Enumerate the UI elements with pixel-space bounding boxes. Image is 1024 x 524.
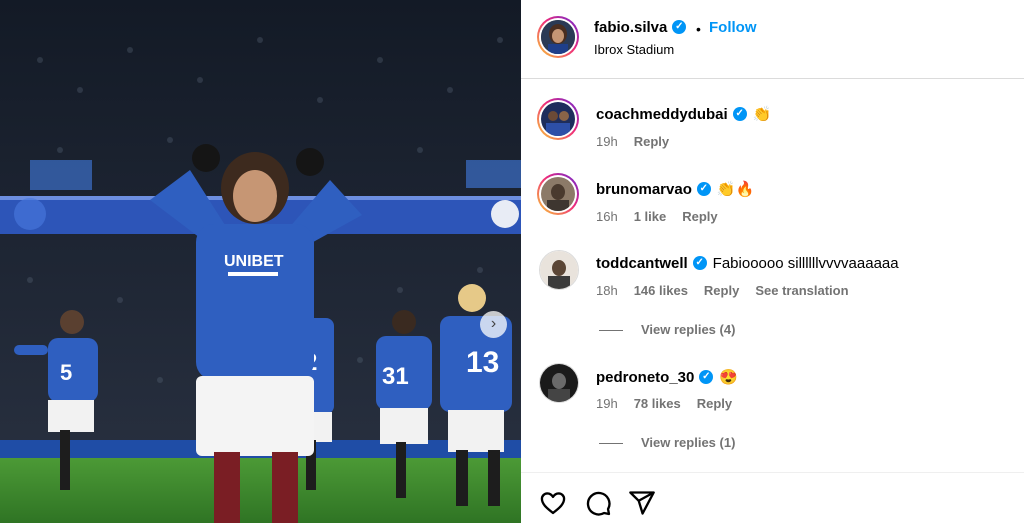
- verified-icon: ✓: [732, 107, 747, 122]
- comment-likes[interactable]: 146 likes: [634, 283, 688, 298]
- share-icon: [629, 491, 655, 515]
- comment-avatar[interactable]: [537, 173, 579, 215]
- author-avatar-image: [541, 20, 575, 54]
- post-header: fabio.silva ✓ • Follow Ibrox Stadium: [521, 0, 1024, 79]
- next-photo-button[interactable]: ›: [480, 311, 507, 338]
- verified-icon: ✓: [692, 256, 707, 271]
- player-number-13: 13: [466, 346, 499, 379]
- action-bar: [521, 472, 1024, 524]
- reply-button[interactable]: Reply: [697, 396, 732, 411]
- comment-username[interactable]: pedroneto_30: [596, 369, 694, 386]
- author-username-row: fabio.silva ✓: [594, 19, 687, 36]
- share-button[interactable]: [628, 489, 656, 517]
- verified-icon: ✓: [699, 370, 714, 385]
- view-replies-label: View replies (1): [641, 435, 736, 450]
- jersey-sponsor: UNIBET: [224, 253, 284, 270]
- comment-line: pedroneto_30 ✓ 😍: [596, 368, 738, 386]
- see-translation-button[interactable]: See translation: [755, 283, 848, 298]
- follow-button[interactable]: Follow: [709, 19, 757, 36]
- player-number-31: 31: [382, 363, 409, 390]
- like-button[interactable]: [539, 489, 567, 517]
- heart-icon: [540, 492, 566, 515]
- post-location[interactable]: Ibrox Stadium: [594, 42, 674, 57]
- comment-line: toddcantwell ✓ Fabiooooo sillllllvvvvaaaaa…: [596, 255, 899, 272]
- author-avatar[interactable]: [537, 16, 579, 58]
- comment-avatar[interactable]: [539, 250, 579, 290]
- view-replies-button[interactable]: View replies (1): [599, 435, 735, 450]
- reply-button[interactable]: Reply: [704, 283, 739, 298]
- post-photo[interactable]: 5 2 31 13: [0, 0, 521, 523]
- divider-line: [599, 443, 623, 445]
- comment-time: 18h: [596, 283, 618, 298]
- comment-line: brunomarvao ✓ 👏🔥: [596, 180, 754, 198]
- comment-username[interactable]: coachmeddydubai: [596, 106, 728, 123]
- comment-username[interactable]: brunomarvao: [596, 181, 692, 198]
- comment-text: 👏: [752, 106, 772, 123]
- comment-meta: 16h 1 like Reply: [596, 209, 734, 224]
- comment-meta: 19h 78 likes Reply: [596, 396, 748, 411]
- view-replies-label: View replies (4): [641, 322, 736, 337]
- comment-time: 16h: [596, 209, 618, 224]
- chevron-right-icon: ›: [490, 315, 497, 332]
- brunomarvao-avatar-image: [541, 177, 575, 211]
- toddcantwell-avatar-image: [540, 251, 578, 289]
- view-replies-button[interactable]: View replies (4): [599, 322, 735, 337]
- comment-time: 19h: [596, 134, 618, 149]
- post-panel: fabio.silva ✓ • Follow Ibrox Stadium coac…: [521, 0, 1024, 523]
- comment-likes[interactable]: 78 likes: [634, 396, 681, 411]
- photo-scene: 5 2 31 13: [0, 0, 521, 523]
- reply-button[interactable]: Reply: [634, 134, 669, 149]
- verified-icon: ✓: [696, 182, 711, 197]
- comment-text: 👏🔥: [716, 181, 755, 198]
- comment-icon: [586, 491, 611, 516]
- comment-meta: 19h Reply: [596, 134, 685, 149]
- verified-icon: ✓: [672, 20, 687, 35]
- comment-meta: 18h 146 likes Reply See translation: [596, 283, 865, 298]
- divider-line: [599, 330, 623, 332]
- comment-likes[interactable]: 1 like: [634, 209, 667, 224]
- comment-button[interactable]: [584, 489, 612, 517]
- comment-text: 😍: [719, 369, 739, 386]
- comment-avatar[interactable]: [537, 98, 579, 140]
- player-number-5: 5: [60, 360, 72, 385]
- comment-time: 19h: [596, 396, 618, 411]
- coachmeddydubai-avatar-image: [541, 102, 575, 136]
- comment-avatar[interactable]: [539, 363, 579, 403]
- pedroneto-avatar-image: [540, 364, 578, 402]
- separator-dot: •: [696, 21, 701, 37]
- comment-text: Fabiooooo sillllllvvvvaaaaaa: [712, 255, 899, 272]
- reply-button[interactable]: Reply: [682, 209, 717, 224]
- comment-line: coachmeddydubai ✓ 👏: [596, 105, 771, 123]
- comment-username[interactable]: toddcantwell: [596, 255, 688, 272]
- author-username[interactable]: fabio.silva: [594, 19, 667, 36]
